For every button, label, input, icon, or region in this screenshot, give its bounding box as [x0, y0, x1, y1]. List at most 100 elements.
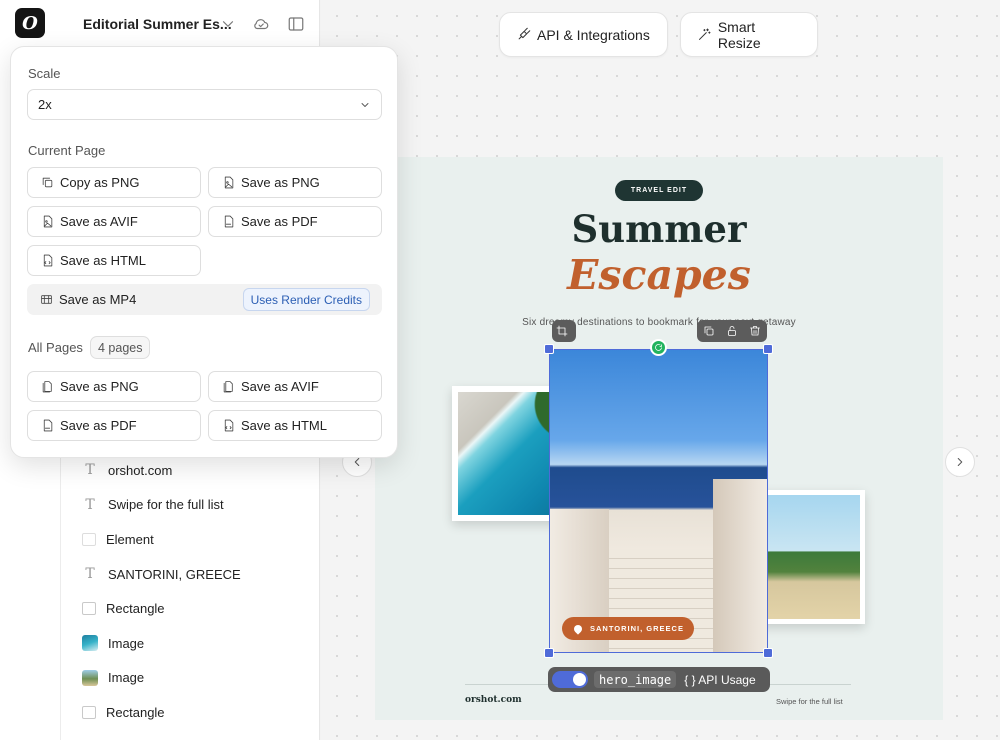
layer-label: Element — [106, 531, 154, 547]
layer-tree-line — [60, 456, 61, 740]
all-pages-save-avif-button[interactable]: Save as AVIF — [208, 371, 382, 402]
resize-handle-top-left[interactable] — [544, 344, 554, 354]
text-layer-icon: T — [85, 566, 95, 583]
smart-resize-label: Smart Resize — [717, 18, 761, 51]
location-tag[interactable]: SANTORINI, GREECE — [562, 617, 694, 640]
html-file-icon — [224, 419, 234, 432]
all-pages-save-png-button[interactable]: Save as PNG — [27, 371, 201, 402]
api-usage-button[interactable]: { } API Usage — [684, 673, 755, 687]
next-page-button[interactable] — [945, 447, 975, 477]
plug-icon — [518, 27, 531, 40]
layer-label: Swipe for the full list — [108, 497, 224, 513]
button-label: Save as HTML — [60, 253, 146, 268]
multi-file-icon — [223, 381, 233, 393]
image-file-icon — [43, 215, 53, 228]
button-label: Save as AVIF — [241, 379, 319, 394]
all-pages-label: All Pages — [28, 340, 83, 355]
api-integrations-button[interactable]: API & Integrations — [499, 12, 668, 57]
unlock-icon[interactable] — [726, 325, 738, 337]
resize-handle-bottom-right[interactable] — [763, 648, 773, 658]
button-label: Save as PDF — [60, 418, 137, 433]
crop-icon[interactable] — [556, 325, 568, 337]
trash-icon[interactable] — [749, 325, 761, 337]
rotate-handle[interactable] — [650, 339, 667, 356]
layer-label: Image — [108, 635, 145, 651]
text-layer-icon: T — [85, 462, 95, 479]
save-as-avif-button[interactable]: Save as AVIF — [27, 206, 201, 237]
copy-icon — [42, 177, 53, 188]
current-page-label: Current Page — [28, 143, 106, 158]
magic-wand-icon — [698, 28, 711, 40]
scale-label: Scale — [28, 66, 61, 81]
layer-item-swipe-text[interactable]: T Swipe for the full list — [82, 488, 318, 523]
resize-handle-bottom-left[interactable] — [544, 648, 554, 658]
project-title[interactable]: Editorial Summer Es... — [83, 16, 232, 32]
save-as-mp4-button[interactable]: Save as MP4 Uses Render Credits — [27, 284, 382, 315]
image-thumbnail-icon — [82, 635, 98, 652]
layer-item-orshot-text[interactable]: T orshot.com — [82, 453, 318, 488]
sidebar-toggle-icon[interactable] — [286, 14, 306, 34]
footer-website-text[interactable]: orshot.com — [465, 695, 522, 705]
layer-id-chip[interactable]: hero_image — [594, 671, 677, 688]
save-as-pdf-button[interactable]: Save as PDF — [208, 206, 382, 237]
scale-select[interactable]: 2x — [27, 89, 382, 120]
all-pages-save-pdf-button[interactable]: Save as PDF — [27, 410, 201, 441]
copy-as-png-button[interactable]: Copy as PNG — [27, 167, 201, 198]
pdf-file-icon — [224, 215, 234, 228]
cloud-icon[interactable] — [251, 14, 271, 34]
image-thumbnail-icon — [82, 669, 98, 686]
layer-item-image[interactable]: Image — [82, 626, 318, 661]
location-tag-text: SANTORINI, GREECE — [590, 624, 684, 633]
title-summer[interactable]: Summer — [375, 207, 943, 251]
layer-item-image[interactable]: Image — [82, 661, 318, 696]
button-label: Copy as PNG — [60, 175, 140, 190]
chevron-down-icon[interactable] — [218, 14, 238, 34]
hero-image[interactable] — [549, 349, 768, 653]
chevron-right-icon — [957, 457, 963, 467]
button-label: Save as PNG — [60, 379, 139, 394]
layer-item-rectangle[interactable]: Rectangle — [82, 591, 318, 626]
layer-label: Rectangle — [106, 704, 165, 720]
all-pages-save-html-button[interactable]: Save as HTML — [208, 410, 382, 441]
save-as-html-button[interactable]: Save as HTML — [27, 245, 201, 276]
travel-edit-badge[interactable]: TRAVEL EDIT — [615, 180, 703, 201]
multi-file-icon — [42, 381, 52, 393]
footer-swipe-text[interactable]: Swipe for the full list — [776, 697, 843, 706]
resize-handle-top-right[interactable] — [763, 344, 773, 354]
api-integrations-label: API & Integrations — [537, 26, 650, 43]
layer-label: Rectangle — [106, 601, 165, 617]
element-layer-icon — [82, 532, 96, 546]
text-layer-icon: T — [85, 496, 95, 513]
video-film-icon — [41, 295, 52, 304]
location-pin-icon — [572, 622, 584, 635]
layer-label: Image — [108, 670, 145, 686]
image-file-icon — [224, 176, 234, 189]
app-logo[interactable]: O — [15, 8, 45, 38]
layer-item-element[interactable]: Element — [82, 522, 318, 557]
smart-resize-button[interactable]: Smart Resize — [680, 12, 818, 57]
crop-toolbar — [552, 320, 576, 342]
rectangle-layer-icon — [82, 705, 96, 719]
page-count-badge: 4 pages — [90, 336, 151, 359]
save-as-png-button[interactable]: Save as PNG — [208, 167, 382, 198]
duplicate-icon[interactable] — [703, 325, 715, 337]
pdf-file-icon — [43, 419, 53, 432]
layer-label: SANTORINI, GREECE — [108, 566, 241, 582]
layer-item-rectangle[interactable]: Rectangle — [82, 695, 318, 730]
title-escapes[interactable]: Escapes — [375, 251, 943, 299]
dynamic-toggle[interactable] — [552, 671, 588, 688]
render-credits-badge: Uses Render Credits — [242, 288, 370, 311]
export-menu: Scale 2x Current Page Copy as PNG Save a… — [10, 46, 398, 458]
layers-list: T orshot.com T Swipe for the full list E… — [82, 453, 318, 730]
layer-item-santorini-text[interactable]: T SANTORINI, GREECE — [82, 557, 318, 592]
button-label: Save as PNG — [241, 175, 320, 190]
chevron-down-icon — [361, 102, 369, 107]
element-actions-toolbar — [697, 320, 767, 342]
button-label: Save as HTML — [241, 418, 327, 433]
design-subtitle[interactable]: Six dreamy destinations to bookmark for … — [375, 317, 943, 328]
rotate-icon — [655, 344, 662, 351]
rectangle-layer-icon — [82, 602, 96, 616]
button-label: Save as MP4 — [59, 292, 137, 307]
scale-value: 2x — [38, 97, 52, 112]
button-label: Save as AVIF — [60, 214, 138, 229]
